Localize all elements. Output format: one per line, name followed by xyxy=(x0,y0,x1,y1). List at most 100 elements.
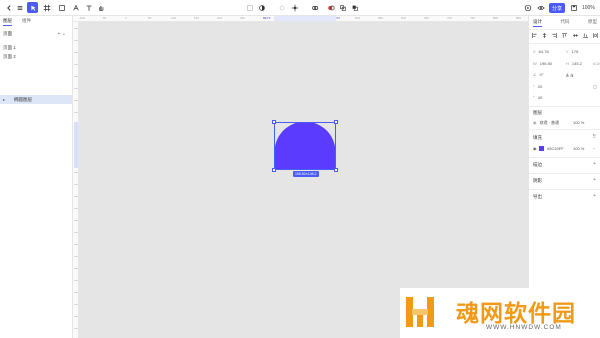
flip-icons[interactable]: ◭ ◮ xyxy=(566,72,573,77)
x-field[interactable]: X 64.76 xyxy=(533,49,549,54)
align-bottom-icon[interactable] xyxy=(582,33,588,38)
resize-handle-se[interactable] xyxy=(334,168,338,172)
align-toolbar xyxy=(532,33,598,38)
y-label: Y xyxy=(566,49,569,54)
align-top-icon[interactable] xyxy=(562,33,568,38)
constrain-proportions-icon[interactable]: ⊂⊃ xyxy=(593,61,600,66)
resize-handle-ne[interactable] xyxy=(334,120,338,124)
ruler-tick xyxy=(74,256,78,257)
page-label: 页面 2 xyxy=(3,54,16,59)
component-icon[interactable] xyxy=(244,2,255,13)
add-shadow-icon[interactable]: + xyxy=(593,177,596,183)
ruler-tick-label: 750 xyxy=(470,16,476,20)
y-field[interactable]: Y 176 xyxy=(566,49,578,54)
blend-mode-field[interactable]: ◉ 穿透 · 普通 xyxy=(533,120,559,126)
ruler-tick xyxy=(74,52,78,53)
watermark-logo-icon xyxy=(406,297,434,327)
page-label: 页面 1 xyxy=(3,45,16,50)
radius-field[interactable]: ⌜ 20 xyxy=(533,84,542,89)
remove-fill-icon[interactable]: − xyxy=(593,146,595,151)
text-tool-icon[interactable] xyxy=(83,2,94,13)
divider xyxy=(529,157,600,158)
layer-opacity[interactable]: 100 % xyxy=(573,120,584,125)
link-icon[interactable] xyxy=(309,2,320,13)
fill-opacity[interactable]: 100 % xyxy=(573,146,584,151)
design-app: 分享 100% 图层 组件 页面 + ⌄ 页面 1 页面 2 ▸ 椭圆图层 -1… xyxy=(0,0,600,338)
clip-field[interactable]: ⌜ 40 xyxy=(533,95,542,100)
add-page-button[interactable]: + ⌄ xyxy=(58,31,67,37)
add-stroke-icon[interactable]: + xyxy=(593,161,596,167)
align-hcenter-icon[interactable] xyxy=(542,33,547,38)
page-item[interactable]: 页面 2 xyxy=(3,54,16,60)
h-value: 145.2 xyxy=(571,61,582,66)
tab-layers[interactable]: 图层 xyxy=(3,18,12,26)
rectangle-tool-icon[interactable] xyxy=(56,2,67,13)
back-icon[interactable] xyxy=(3,2,14,13)
resize-handle-nw[interactable] xyxy=(272,120,276,124)
ruler-tick-label: 50 xyxy=(148,16,152,20)
boolean-icon[interactable] xyxy=(276,2,287,13)
ruler-tick-label: 700 xyxy=(447,16,453,20)
ruler-selection-range xyxy=(74,122,78,168)
fill-hex-value[interactable]: #5C40FF xyxy=(547,146,564,151)
ruler-tick xyxy=(74,40,78,41)
export-section-title: 导出 xyxy=(533,194,542,199)
align-right-icon[interactable] xyxy=(552,33,558,38)
w-field[interactable]: W 196.50 xyxy=(533,61,552,66)
resize-handle-sw[interactable] xyxy=(272,168,276,172)
intersect-icon[interactable] xyxy=(349,2,360,13)
page-item[interactable]: 页面 1 xyxy=(3,45,16,51)
watermark-title: 魂网软件园 xyxy=(456,300,576,326)
rotation-field[interactable]: ∠ 0° xyxy=(533,72,543,77)
ruler-tick xyxy=(74,268,78,269)
add-export-icon[interactable]: + xyxy=(593,193,596,199)
fill-section-title: 填充 xyxy=(533,135,542,140)
pen-tool-icon[interactable] xyxy=(70,2,81,13)
selected-shape[interactable] xyxy=(272,120,338,172)
layer-row-selected[interactable]: ▸ 椭圆图层 xyxy=(0,95,72,104)
preview-eye-icon[interactable] xyxy=(535,2,546,13)
hand-tool-icon[interactable] xyxy=(95,2,106,13)
ruler-tick-label: 500 xyxy=(355,16,361,20)
corner-icon[interactable]: ▢ xyxy=(593,84,597,89)
tab-components[interactable]: 组件 xyxy=(22,18,31,26)
ruler-tick xyxy=(74,232,78,233)
blend-mode-value: 穿透 · 普通 xyxy=(539,120,560,125)
rotation-value: 0° xyxy=(539,72,544,77)
union-icon[interactable] xyxy=(325,2,336,13)
dimension-badge: 196.50×145.2 xyxy=(293,171,319,177)
move-tool-button[interactable] xyxy=(27,2,38,13)
expand-caret-icon[interactable]: ▸ xyxy=(3,97,5,102)
ruler-tick-label: 0 xyxy=(125,16,127,20)
align-center-icon[interactable] xyxy=(289,2,300,13)
tab-design[interactable]: 设计 xyxy=(533,19,542,27)
share-button[interactable]: 分享 xyxy=(549,3,565,13)
zoom-level[interactable]: 100% xyxy=(582,5,595,11)
play-icon[interactable] xyxy=(522,2,533,13)
fill-color-swatch[interactable] xyxy=(539,146,544,151)
tab-code[interactable]: 代码 xyxy=(561,19,570,27)
w-label: W xyxy=(533,61,537,66)
radius-value: 20 xyxy=(537,84,543,89)
mask-icon[interactable] xyxy=(256,2,267,13)
fill-visibility-icon[interactable]: ◉ xyxy=(533,146,537,151)
frame-tool-icon[interactable] xyxy=(41,2,52,13)
ruler-tick xyxy=(74,208,78,209)
distribute-icon[interactable] xyxy=(593,33,598,38)
tab-prototype[interactable]: 原型 xyxy=(588,19,597,27)
subtract-icon[interactable] xyxy=(337,2,348,13)
align-left-icon[interactable] xyxy=(532,33,537,38)
h-field[interactable]: H 145.2 xyxy=(566,61,582,66)
align-vcenter-icon[interactable] xyxy=(572,33,578,38)
fill-options-icon[interactable]: ⠿ xyxy=(592,134,596,140)
ruler-tick xyxy=(74,76,78,77)
w-value: 196.50 xyxy=(539,61,553,66)
menu-icon[interactable] xyxy=(14,2,25,13)
divider xyxy=(529,106,600,107)
save-icon[interactable] xyxy=(568,2,579,13)
ruler-tick-label: -100 xyxy=(79,16,86,20)
ruler-tick xyxy=(74,28,78,29)
selection-box xyxy=(274,122,336,170)
left-panel-tabs: 图层 组件 xyxy=(3,18,31,26)
y-value: 176 xyxy=(571,49,579,54)
